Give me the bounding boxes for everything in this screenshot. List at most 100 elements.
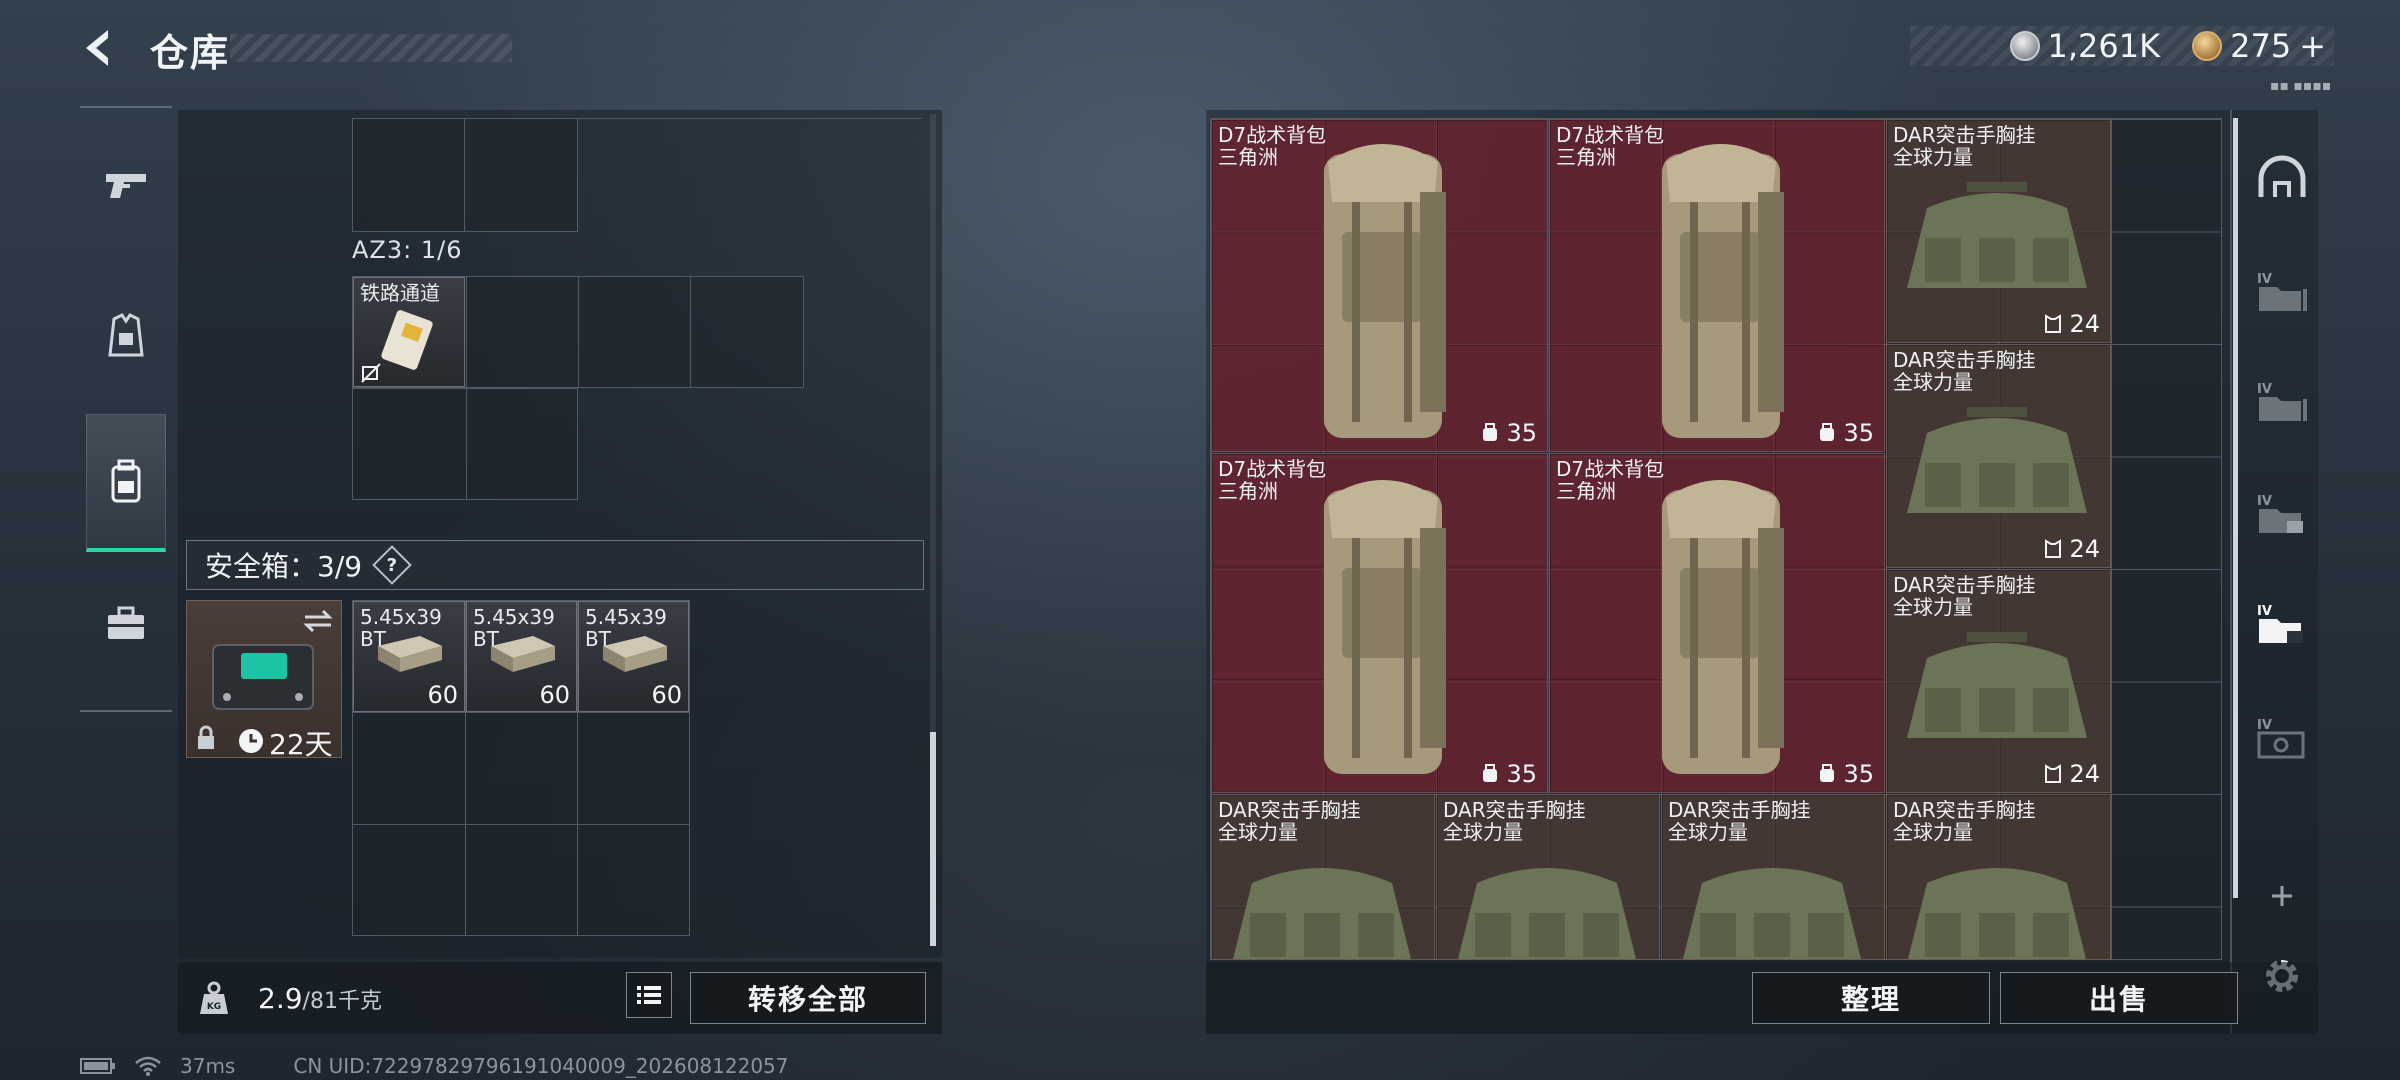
folder-iv-case-active-icon: IV [2257, 604, 2303, 643]
backpack-item-icon [1662, 144, 1784, 438]
nav-weapons[interactable] [90, 150, 162, 222]
ping-readout: 37ms [180, 1054, 236, 1078]
folder-iv-safe-icon: IV [2257, 718, 2305, 759]
currency-bar: 1,261K 275 + [1910, 26, 2334, 66]
plus-icon[interactable]: + [2299, 27, 2326, 65]
dome-icon [2258, 155, 2306, 197]
stash-item-backpack[interactable]: D7战术背包 三角洲 35 [1549, 453, 1885, 793]
stash-item-backpack[interactable]: D7战术背包 三角洲 35 [1211, 453, 1548, 793]
rail-dome[interactable] [2252, 148, 2312, 208]
az-grid-row[interactable] [352, 388, 578, 500]
pistol-icon [106, 174, 146, 198]
backpack-item-icon [1324, 480, 1446, 774]
item-name: D7战术背包 三角洲 [1218, 123, 1327, 169]
backpack-capacity-icon [1820, 423, 1835, 441]
nav-equipment[interactable] [90, 300, 162, 372]
loadout-scrollbar-thumb[interactable] [930, 732, 936, 946]
svg-text:IV: IV [2257, 494, 2272, 509]
stash-item-chest-rig[interactable]: DAR突击手胸挂 全球力量 [1211, 794, 1435, 960]
list-view-button[interactable] [626, 972, 672, 1018]
help-button[interactable]: ? [372, 545, 412, 585]
list-icon [637, 986, 661, 1004]
rail-stash-2[interactable]: IV [2252, 372, 2312, 432]
backpack-icon [111, 459, 141, 502]
briefcase-icon [108, 606, 144, 639]
stash-item-chest-rig[interactable]: DAR突击手胸挂 全球力量 [1661, 794, 1885, 960]
vest-capacity-icon [2045, 314, 2062, 333]
item-capacity: 35 [1817, 419, 1874, 447]
rail-stash-5[interactable]: IV [2252, 708, 2312, 768]
nav-backpack[interactable] [86, 414, 166, 552]
vest-capacity-icon [2045, 764, 2062, 783]
ammo-box-icon [491, 636, 555, 672]
item-capacity: 24 [2043, 760, 2100, 788]
az-capacity-label: AZ3: 1/6 [352, 236, 463, 264]
chest-rig-icon [1907, 632, 2087, 738]
safe-box-container[interactable]: 22天 [186, 600, 342, 761]
sort-button[interactable]: 整理 [1752, 972, 1990, 1024]
transfer-all-button[interactable]: 转移全部 [690, 972, 926, 1024]
backpack-item-icon [1324, 144, 1446, 438]
stash-tabs-rail: IV IV IV IV IV [2230, 110, 2318, 1034]
grid-slot[interactable] [352, 118, 578, 232]
vest-capacity-icon [2045, 539, 2062, 558]
uid-readout: CN UID:72297829796191040009_202608122057 [293, 1054, 789, 1078]
backpack-item-icon [1662, 480, 1784, 774]
safe-box-timer: 22天 [269, 728, 333, 761]
stash-item-backpack[interactable]: D7战术背包 三角洲 35 [1211, 119, 1548, 452]
stash-item-chest-rig[interactable]: DAR突击手胸挂 全球力量 24 [1886, 119, 2111, 343]
ammo-item[interactable]: 5.45x39 BT 60 [466, 601, 577, 712]
gold-currency[interactable]: 275 + [2192, 27, 2326, 65]
wifi-icon [135, 1056, 161, 1076]
stash-item-backpack[interactable]: D7战术背包 三角洲 35 [1549, 119, 1885, 452]
svg-text:IV: IV [2257, 718, 2272, 733]
silver-amount: 1,261K [2047, 27, 2161, 65]
stash-item-chest-rig[interactable]: DAR突击手胸挂 全球力量 24 [1886, 569, 2111, 793]
ammo-item[interactable]: 5.45x39 BT 60 [578, 601, 689, 712]
gold-amount: 275 [2230, 27, 2292, 65]
ammo-box-icon [603, 636, 667, 672]
chest-rig-icon [1908, 868, 2086, 959]
swap-icon[interactable] [301, 607, 335, 635]
stash-item-chest-rig[interactable]: DAR突击手胸挂 全球力量 [1886, 794, 2111, 960]
chest-rig-icon [1233, 868, 1411, 959]
backpack-capacity-icon [1483, 423, 1498, 441]
safe-box-header: 安全箱：3/9 ? [186, 540, 924, 590]
item-capacity: 24 [2043, 310, 2100, 338]
svg-text:KG: KG [207, 1002, 221, 1012]
item-capacity: 35 [1817, 760, 1874, 788]
vest-icon [108, 313, 144, 357]
stash-scrollbar-thumb[interactable] [2233, 118, 2238, 898]
chest-rig-icon [1683, 868, 1861, 959]
status-bar: 37ms CN UID:72297829796191040009_2026081… [80, 1054, 789, 1078]
chest-rig-icon [1458, 868, 1636, 959]
stash-item-chest-rig[interactable]: DAR突击手胸挂 全球力量 [1436, 794, 1660, 960]
item-capacity: 24 [2043, 535, 2100, 563]
sell-button[interactable]: 出售 [2000, 972, 2238, 1024]
rail-stash-1[interactable]: IV [2252, 262, 2312, 322]
stash-item-chest-rig[interactable]: DAR突击手胸挂 全球力量 24 [1886, 344, 2111, 568]
rail-stash-3[interactable]: IV [2252, 484, 2312, 544]
weight-icon: KG [200, 981, 228, 1014]
left-nav [80, 106, 172, 712]
back-arrow-icon[interactable] [78, 26, 122, 70]
item-capacity: 35 [1480, 760, 1537, 788]
item-name: DAR突击手胸挂 全球力量 [1893, 573, 2036, 619]
nav-case[interactable] [90, 588, 162, 660]
plus-icon [2272, 886, 2292, 906]
item-name: DAR突击手胸挂 全球力量 [1893, 798, 2036, 844]
rail-stash-4-active[interactable]: IV [2252, 594, 2312, 654]
page-title: 仓库 [150, 31, 231, 75]
battery-icon [80, 1058, 115, 1074]
gold-coin-icon [2192, 31, 2223, 61]
item-name: DAR突击手胸挂 全球力量 [1668, 798, 1811, 844]
rail-add[interactable] [2252, 866, 2312, 926]
keycard-item[interactable]: 铁路通道 [353, 277, 465, 387]
clock-icon [239, 729, 263, 753]
item-count: 60 [651, 681, 682, 709]
item-capacity: 35 [1480, 419, 1537, 447]
ammo-item[interactable]: 5.45x39 BT 60 [353, 601, 465, 712]
item-name: DAR突击手胸挂 全球力量 [1218, 798, 1361, 844]
backpack-capacity-icon [1820, 764, 1835, 782]
item-name: 铁路通道 [360, 281, 440, 305]
